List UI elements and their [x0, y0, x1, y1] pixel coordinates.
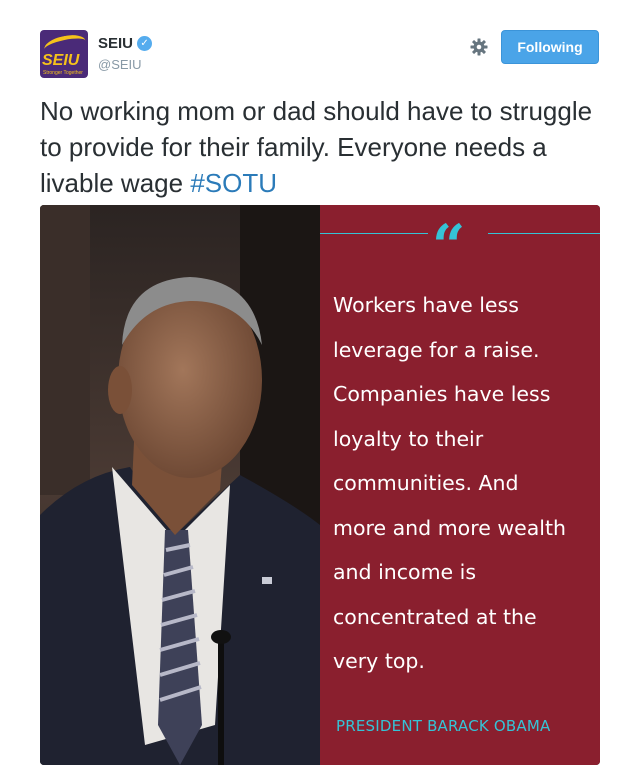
- quote-line: leverage for a raise.: [333, 337, 540, 362]
- quote-attribution: PRESIDENT BARACK OBAMA: [336, 717, 551, 735]
- avatar[interactable]: SEIU Stronger Together: [40, 30, 88, 78]
- user-handle[interactable]: @SEIU: [98, 57, 142, 72]
- quote-line: communities. And: [333, 471, 519, 495]
- quote-line: very top.: [333, 649, 425, 673]
- tweet-text: No working mom or dad should have to str…: [40, 93, 600, 201]
- verified-badge-icon: ✓: [137, 36, 153, 51]
- display-name[interactable]: SEIU: [98, 35, 133, 52]
- quote-line: more and more wealth: [333, 515, 566, 540]
- divider-right: [488, 233, 600, 234]
- quote-line: concentrated at the: [333, 604, 537, 629]
- divider-left: [320, 233, 428, 234]
- quote-line: and income is: [333, 560, 477, 584]
- quote-text: Workers have less leverage for a raise. …: [333, 283, 595, 684]
- following-button[interactable]: Following: [501, 30, 599, 64]
- hashtag-link[interactable]: #SOTU: [190, 168, 277, 198]
- gear-icon[interactable]: [469, 37, 489, 57]
- avatar-logo-subtext: Stronger Together: [43, 70, 83, 76]
- quote-panel: “ Workers have less leverage for a raise…: [320, 205, 600, 765]
- name-row: SEIU ✓: [98, 35, 153, 52]
- speaker-photo: [40, 205, 320, 765]
- avatar-logo-text: SEIU: [42, 52, 80, 69]
- tweet-media[interactable]: “ Workers have less leverage for a raise…: [40, 205, 600, 765]
- tweet-body: No working mom or dad should have to str…: [40, 96, 593, 198]
- quote-line: loyalty to their: [333, 426, 484, 451]
- quote-mark-icon: “: [432, 212, 466, 280]
- quote-line: Companies have less: [333, 382, 551, 406]
- tweet-card: SEIU Stronger Together SEIU ✓ @SEIU Foll…: [0, 0, 640, 773]
- quote-line: Workers have less: [333, 293, 519, 317]
